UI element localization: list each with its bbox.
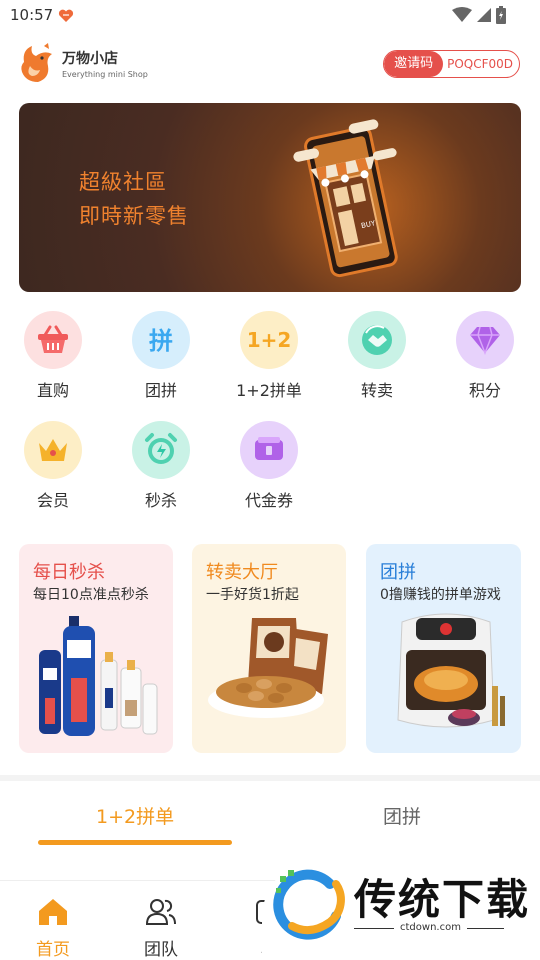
menu-item-points[interactable]: 积分: [445, 311, 525, 401]
menu-item-resell[interactable]: 转卖: [337, 311, 417, 401]
notification-heart-icon: [58, 8, 74, 27]
nuts-product-image: [208, 618, 328, 718]
list-tabs: 1+2拼单 团拼: [0, 782, 540, 862]
menu-label: 直购: [36, 381, 69, 400]
air-fryer-image: [397, 613, 505, 728]
card-daily-flash-sale[interactable]: 每日秒杀 每日10点准点秒杀: [19, 544, 173, 753]
crown-icon: [24, 421, 82, 479]
nav-team[interactable]: 团队: [131, 897, 191, 960]
menu-label: 积分: [468, 381, 501, 400]
menu-item-group-buy[interactable]: 拼 团拼: [121, 311, 201, 401]
basket-icon: [24, 311, 82, 369]
nav-label: 团队: [144, 940, 178, 960]
wifi-icon: [452, 7, 472, 27]
menu-label: 转卖: [360, 381, 393, 400]
card-group-buy[interactable]: 团拼 0撸赚钱的拼单游戏: [366, 544, 521, 753]
tab-one-plus-two[interactable]: 1+2拼单: [96, 802, 174, 829]
menu-item-flash-sale[interactable]: 秒杀: [121, 421, 201, 511]
watermark-logo-icon: [273, 869, 345, 940]
banner-text: 超級社區 即時新零售: [79, 165, 189, 233]
menu-item-voucher[interactable]: 代金券: [229, 421, 309, 511]
nav-home[interactable]: 首页: [23, 897, 83, 960]
card-subtitle: 一手好货1折起: [206, 587, 299, 603]
home-icon: [39, 899, 67, 925]
voucher-icon: [240, 421, 298, 479]
menu-label: 团拼: [144, 381, 177, 400]
menu-item-direct-buy[interactable]: 直购: [13, 311, 93, 401]
card-title: 团拼: [380, 562, 416, 583]
banner-line-1: 超級社區: [79, 170, 167, 194]
menu-item-one-plus-two[interactable]: 1+2 1+2拼单: [229, 311, 309, 401]
signal-icon: [476, 7, 492, 27]
watermark-text: 传统下载: [354, 875, 531, 924]
card-subtitle: 每日10点准点秒杀: [33, 587, 149, 603]
watermark-url: ctdown.com: [394, 922, 467, 933]
nav-label: 首页: [36, 940, 70, 960]
card-title: 每日秒杀: [33, 562, 105, 583]
menu-label: 代金券: [244, 491, 293, 510]
banner-line-2: 即時新零售: [79, 204, 189, 228]
pin-icon: 拼: [132, 311, 190, 369]
card-resell-hall[interactable]: 转卖大厅 一手好货1折起: [192, 544, 346, 753]
active-tab-indicator: [38, 840, 232, 845]
section-divider: [0, 775, 540, 781]
fox-logo-icon: [21, 43, 52, 82]
watermark-overlay: 传统下载 ctdown.com: [262, 858, 540, 960]
one-plus-two-icon: 1+2: [240, 311, 298, 369]
menu-label: 秒杀: [144, 491, 177, 510]
promo-banner[interactable]: 超級社區 即時新零售 BUY: [19, 103, 521, 292]
one-plus-two-icon-text: 1+2: [246, 328, 292, 352]
logo-name-cn: 万物小店: [62, 50, 118, 67]
invite-label: 邀请码: [384, 51, 444, 77]
menu-item-member[interactable]: 会员: [13, 421, 93, 511]
invite-code-badge[interactable]: 邀请码 POQCF00D: [383, 50, 520, 78]
status-bar: 10:57: [0, 0, 540, 32]
battery-icon: [496, 6, 506, 28]
handshake-icon: [348, 311, 406, 369]
tab-group-buy[interactable]: 团拼: [383, 802, 421, 829]
logo-name-en: Everything mini Shop: [62, 69, 148, 79]
alarm-clock-icon: [132, 421, 190, 479]
card-subtitle: 0撸赚钱的拼单游戏: [380, 587, 501, 603]
status-time: 10:57: [10, 6, 54, 24]
phone-shop-illustration: BUY: [293, 119, 398, 278]
menu-label: 1+2拼单: [236, 381, 302, 400]
card-title: 转卖大厅: [206, 562, 278, 583]
menu-label: 会员: [36, 491, 69, 510]
shampoo-products-image: [39, 616, 158, 736]
app-header: 万物小店 Everything mini Shop 邀请码 POQCF00D: [0, 36, 540, 92]
invite-code-value: POQCF00D: [447, 57, 513, 71]
svg-text:拼: 拼: [149, 327, 173, 355]
app-logo: 万物小店 Everything mini Shop: [18, 42, 148, 84]
diamond-icon: [456, 311, 514, 369]
team-icon: [145, 899, 176, 925]
